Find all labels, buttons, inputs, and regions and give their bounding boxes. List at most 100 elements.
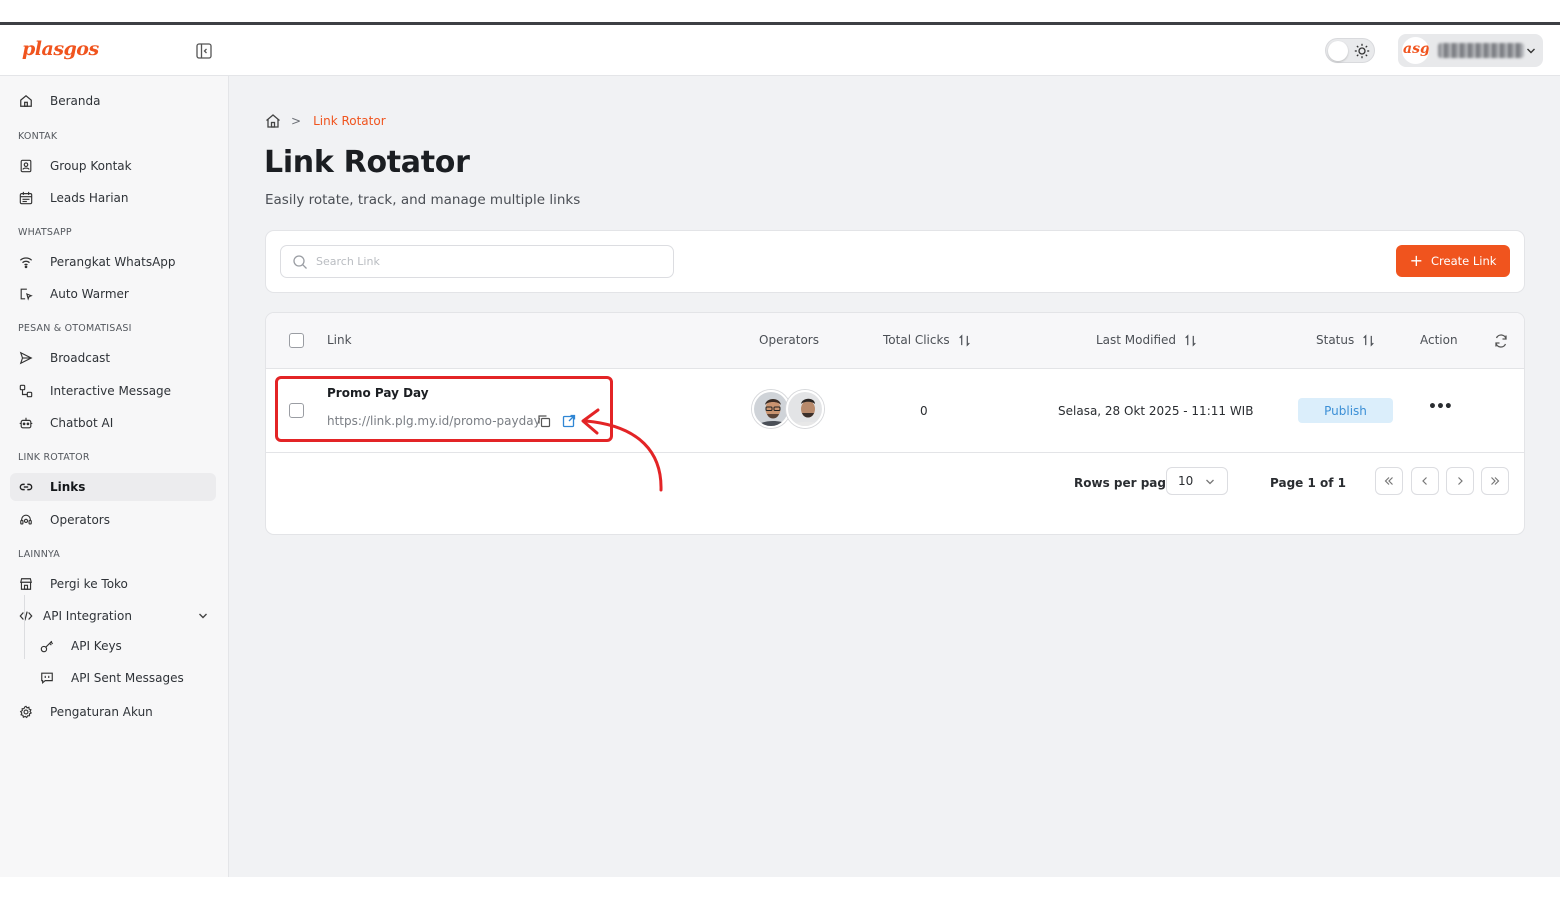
next-page-button[interactable] [1446,467,1474,495]
column-last-modified[interactable]: Last Modified [1096,333,1197,347]
home-icon[interactable] [265,113,281,129]
search-icon [293,254,307,269]
brand-logo[interactable]: plasgos [22,38,99,60]
status-badge: Publish [1298,398,1393,423]
breadcrumb: > Link Rotator [265,113,386,129]
search-input[interactable] [316,255,656,268]
sidebar-subitem-api-sent-messages[interactable]: API Sent Messages [33,664,213,692]
sidebar-item-label: Pergi ke Toko [50,577,128,591]
top-header: asg [229,25,1560,76]
section-title-link-rotator: LINK ROTATOR [18,452,90,463]
column-status[interactable]: Status [1316,333,1375,347]
chevron-left-icon [1422,477,1427,485]
gear-icon [18,704,34,720]
sidebar-item-label: Operators [50,513,110,527]
sidebar-item-group-kontak[interactable]: Group Kontak [10,152,216,180]
column-operators: Operators [759,333,819,347]
sidebar-item-pengaturan-akun[interactable]: Pengaturan Akun [10,698,216,726]
theme-toggle[interactable] [1325,38,1375,63]
table-row[interactable]: Promo Pay Day https://link.plg.my.id/pro… [266,369,1524,453]
sort-icon[interactable] [1362,333,1375,347]
user-name-redacted [1438,43,1524,58]
sidebar-item-beranda[interactable]: Beranda [10,87,216,115]
flow-icon [18,383,34,399]
code-icon [18,608,34,624]
column-action: Action [1420,333,1458,347]
sidebar-item-api-integration[interactable]: API Integration [10,602,216,630]
sidebar-item-auto-warmer[interactable]: Auto Warmer [10,280,216,308]
rows-per-page-select[interactable]: 10 [1166,467,1228,495]
create-link-button[interactable]: + Create Link [1396,245,1510,277]
last-page-button[interactable] [1481,467,1509,495]
chevron-right-icon: > [291,114,302,128]
brand-row: plasgos [0,25,229,76]
first-page-button[interactable] [1375,467,1403,495]
refresh-icon[interactable] [1494,334,1508,348]
column-total-clicks[interactable]: Total Clicks [883,333,971,347]
store-icon [18,576,34,592]
sidebar: plasgos Beranda KONTAK Group Kontak Lead… [0,25,229,877]
plus-icon: + [1409,251,1423,270]
chevron-right-icon [1458,477,1463,485]
app-root: plasgos Beranda KONTAK Group Kontak Lead… [0,25,1560,877]
external-link-icon[interactable] [562,414,576,428]
prev-page-button[interactable] [1411,467,1439,495]
sort-icon[interactable] [958,333,971,347]
sidebar-item-label: Pengaturan Akun [50,705,153,719]
sidebar-item-label: Chatbot AI [50,416,114,430]
warmer-icon [18,286,34,302]
toolbar-card: + Create Link [265,230,1525,293]
sidebar-item-chatbot-ai[interactable]: Chatbot AI [10,409,216,437]
chevrons-right-icon [1491,477,1500,485]
sun-icon [1354,43,1370,59]
headset-icon [18,512,34,528]
wifi-icon [18,254,34,270]
section-title-pesan: PESAN & OTOMATISASI [18,323,132,334]
operator-avatar-1[interactable] [752,390,790,428]
select-all-checkbox[interactable] [289,333,304,348]
page-subtitle: Easily rotate, track, and manage multipl… [265,192,581,208]
submenu-guide-line [24,595,25,659]
sidebar-collapse-icon[interactable] [196,43,212,59]
sidebar-item-perangkat-whatsapp[interactable]: Perangkat WhatsApp [10,248,216,276]
sidebar-item-label: API Keys [71,639,122,653]
table-header: Link Operators Total Clicks Last Modifie… [266,313,1524,369]
row-actions-menu[interactable]: ••• [1428,399,1453,415]
sort-icon[interactable] [1184,333,1197,347]
row-checkbox[interactable] [289,403,304,418]
sidebar-item-label: Perangkat WhatsApp [50,255,176,269]
calendar-icon [18,190,34,206]
sidebar-item-broadcast[interactable]: Broadcast [10,344,216,372]
copy-icon[interactable] [537,414,551,428]
sidebar-item-interactive-message[interactable]: Interactive Message [10,377,216,405]
rows-per-page-label: Rows per page [1074,476,1175,490]
sidebar-subitem-api-keys[interactable]: API Keys [33,632,213,660]
sidebar-item-pergi-ke-toko[interactable]: Pergi ke Toko [10,570,216,598]
sidebar-item-label: Beranda [50,94,101,108]
sidebar-item-leads-harian[interactable]: Leads Harian [10,184,216,212]
links-table: Link Operators Total Clicks Last Modifie… [265,312,1525,535]
create-link-label: Create Link [1430,254,1497,268]
contact-book-icon [18,158,34,174]
link-url[interactable]: https://link.plg.my.id/promo-payday [327,414,541,428]
sidebar-item-label: Interactive Message [50,384,172,398]
send-icon [18,350,34,366]
operator-avatar-2[interactable] [786,390,824,428]
key-icon [39,638,55,654]
link-icon [18,479,34,495]
sidebar-item-label: API Integration [43,609,132,623]
sidebar-item-label: Links [50,480,86,494]
operator-photo [754,392,788,426]
page-info: Page 1 of 1 [1270,476,1346,490]
search-box [280,245,674,278]
user-menu[interactable]: asg [1398,34,1543,67]
breadcrumb-current: Link Rotator [313,114,386,128]
home-icon [18,93,34,109]
section-title-kontak: KONTAK [18,131,58,142]
sidebar-item-label: Leads Harian [50,191,129,205]
link-name[interactable]: Promo Pay Day [327,386,429,400]
operator-photo [788,392,822,426]
sidebar-item-operators[interactable]: Operators [10,506,216,534]
chevron-down-icon [1527,48,1535,54]
sidebar-item-links[interactable]: Links [10,473,216,501]
